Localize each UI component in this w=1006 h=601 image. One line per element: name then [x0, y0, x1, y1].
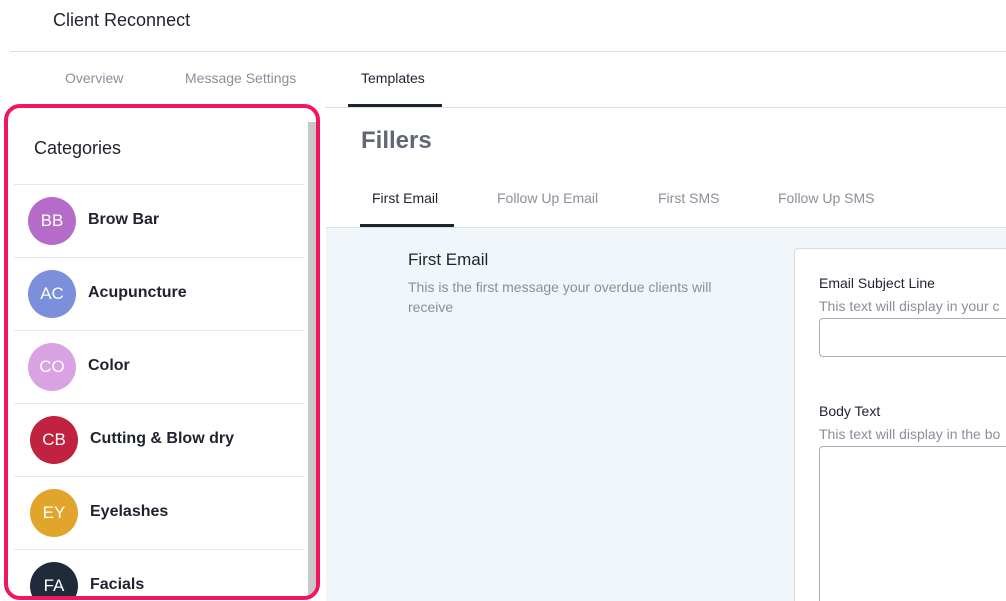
tab-first-email[interactable]: First Email	[372, 190, 438, 206]
tab-follow-up-email[interactable]: Follow Up Email	[497, 190, 598, 206]
tab-first-sms[interactable]: First SMS	[658, 190, 719, 206]
main-panel: Fillers First Email Follow Up Email Firs…	[326, 108, 1006, 601]
category-label: Brow Bar	[88, 211, 160, 228]
category-item-acupuncture[interactable]: AC Acupuncture	[14, 258, 304, 331]
category-item-color[interactable]: CO Color	[14, 331, 304, 404]
template-content: First Email This is the first message yo…	[326, 228, 1006, 601]
category-label: Acupuncture	[88, 284, 187, 301]
app-title: Client Reconnect	[53, 10, 191, 30]
top-tab-bar: Overview Message Settings Templates	[0, 52, 1006, 108]
subject-hint: This text will display in your c	[819, 298, 1000, 314]
email-form-card: Email Subject Line This text will displa…	[794, 248, 1006, 601]
page-title: Fillers	[361, 127, 432, 154]
sidebar-scrollbar[interactable]	[308, 122, 316, 596]
tab-templates[interactable]: Templates	[361, 70, 425, 86]
category-item-facials[interactable]: FA Facials	[14, 550, 304, 596]
body-hint: This text will display in the bo	[819, 426, 1001, 442]
subject-label: Email Subject Line	[819, 275, 935, 291]
categories-list: BB Brow Bar AC Acupuncture CO Color CB C…	[14, 184, 304, 596]
body-text-input[interactable]	[819, 446, 1006, 601]
categories-sidebar: Categories BB Brow Bar AC Acupuncture CO…	[4, 104, 320, 600]
category-avatar: CO	[28, 343, 76, 391]
template-tab-bar: First Email Follow Up Email First SMS Fo…	[326, 178, 1006, 228]
section-title: First Email	[408, 250, 489, 269]
category-item-brow-bar[interactable]: BB Brow Bar	[14, 185, 304, 258]
categories-panel: Categories BB Brow Bar AC Acupuncture CO…	[14, 108, 304, 596]
category-label: Cutting & Blow dry	[90, 430, 234, 447]
tab-message-settings[interactable]: Message Settings	[185, 70, 296, 86]
category-avatar: FA	[30, 562, 78, 596]
body-label: Body Text	[819, 403, 881, 419]
categories-heading: Categories	[34, 138, 122, 158]
category-label: Facials	[90, 576, 145, 593]
category-label: Eyelashes	[90, 503, 169, 520]
tab-overview[interactable]: Overview	[65, 70, 123, 86]
category-avatar: EY	[30, 489, 78, 537]
category-avatar: BB	[28, 197, 76, 245]
tab-follow-up-sms[interactable]: Follow Up SMS	[778, 190, 874, 206]
category-avatar: AC	[28, 270, 76, 318]
email-subject-input[interactable]	[819, 318, 1006, 357]
category-item-cutting-blow-dry[interactable]: CB Cutting & Blow dry	[14, 404, 304, 477]
category-label: Color	[88, 357, 130, 374]
section-description: This is the first message your overdue c…	[408, 279, 712, 315]
category-item-eyelashes[interactable]: EY Eyelashes	[14, 477, 304, 550]
category-avatar: CB	[30, 416, 78, 464]
